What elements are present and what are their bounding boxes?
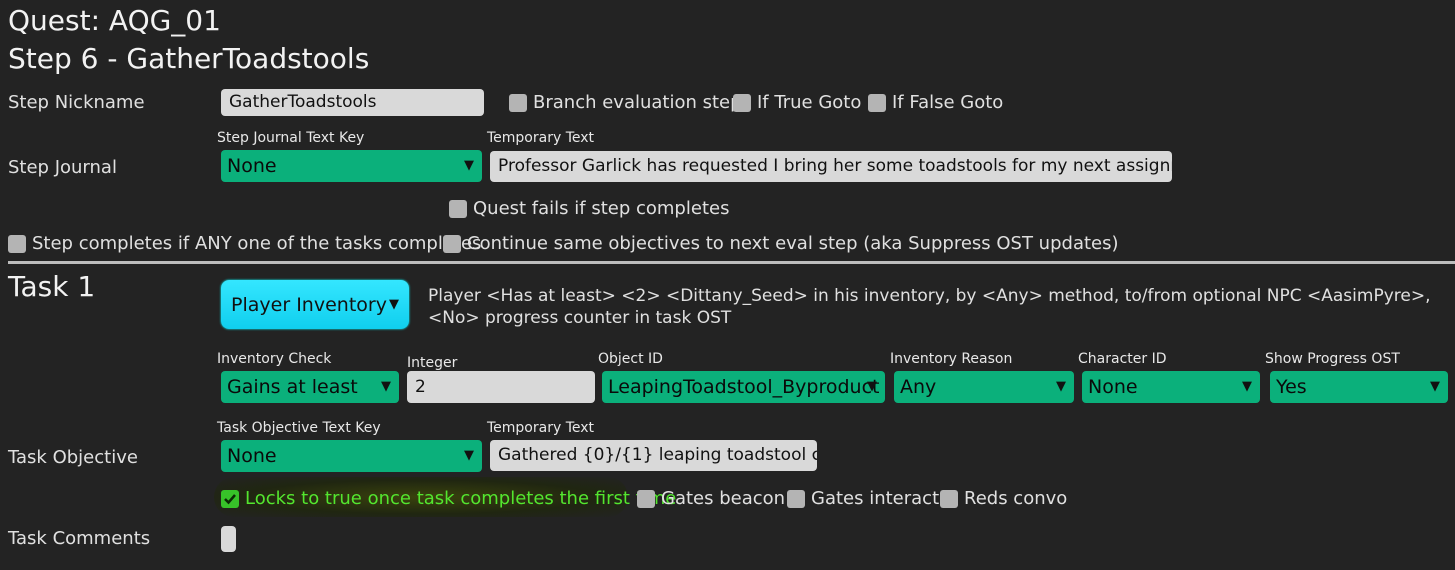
continue-objectives-label: Continue same objectives to next eval st… <box>467 233 1119 254</box>
if-false-goto-label: If False Goto <box>892 92 1004 113</box>
show-progress-dropdown[interactable]: Yes ▼ <box>1270 371 1448 403</box>
step-title: Step 6 - GatherToadstools <box>8 42 370 75</box>
task-objective-key-dropdown[interactable]: None ▼ <box>221 440 482 472</box>
gates-beacon-label: Gates beacon <box>661 488 786 509</box>
checkbox-box[interactable] <box>868 93 886 112</box>
checkbox-box[interactable] <box>509 93 527 112</box>
inventory-check-label: Inventory Check <box>217 351 332 367</box>
chevron-down-icon: ▼ <box>388 297 399 312</box>
task-objective-key-label: Task Objective Text Key <box>217 420 381 436</box>
checkbox-box[interactable] <box>449 199 467 218</box>
task-comments-label: Task Comments <box>8 528 151 549</box>
quest-fails-checkbox[interactable]: Quest fails if step completes <box>449 198 729 219</box>
checkbox-box[interactable] <box>443 234 461 253</box>
dropdown-value: Yes <box>1276 376 1307 398</box>
step-nickname-label: Step Nickname <box>8 92 145 113</box>
task-description: Player <Has at least> <2> <Dittany_Seed>… <box>428 286 1431 328</box>
gates-interact-label: Gates interact <box>811 488 940 509</box>
dropdown-value: None <box>227 445 277 467</box>
step-journal-key-dropdown[interactable]: None ▼ <box>221 150 482 182</box>
show-progress-label: Show Progress OST <box>1265 351 1400 367</box>
locks-to-true-checkbox[interactable]: Locks to true once task completes the fi… <box>221 488 676 509</box>
step-journal-label: Step Journal <box>8 157 117 178</box>
chevron-down-icon: ▼ <box>1242 379 1252 394</box>
task-objective-temp-input[interactable]: Gathered {0}/{1} leaping toadstool caps <box>490 440 817 471</box>
checkbox-box[interactable] <box>637 489 655 508</box>
character-id-dropdown[interactable]: None ▼ <box>1082 371 1260 403</box>
task-title: Task 1 <box>8 270 96 303</box>
if-true-goto-checkbox[interactable]: If True Goto <box>733 92 861 113</box>
dropdown-value: Gains at least <box>227 376 358 398</box>
character-id-label: Character ID <box>1078 351 1167 367</box>
inventory-reason-dropdown[interactable]: Any ▼ <box>894 371 1074 403</box>
chevron-down-icon: ▼ <box>1056 379 1066 394</box>
chevron-down-icon: ▼ <box>464 158 474 173</box>
task-type-button[interactable]: Player Inventory ▼ <box>221 280 409 329</box>
integer-label: Integer <box>407 355 458 371</box>
chevron-down-icon: ▼ <box>867 379 877 394</box>
gates-beacon-checkbox[interactable]: Gates beacon <box>637 488 785 509</box>
task-type-label: Player Inventory <box>231 293 387 316</box>
inventory-check-dropdown[interactable]: Gains at least ▼ <box>221 371 399 403</box>
reds-convo-checkbox[interactable]: Reds convo <box>940 488 1067 509</box>
section-divider <box>8 261 1455 264</box>
temporary-text-input[interactable]: Professor Garlick has requested I bring … <box>490 151 1172 182</box>
dropdown-value: None <box>1088 376 1138 398</box>
task-comments-input[interactable] <box>221 526 236 552</box>
quest-title: Quest: AQG_01 <box>8 4 221 37</box>
object-id-dropdown[interactable]: LeapingToadstool_Byproduct ▼ <box>602 371 885 403</box>
task-objective-label: Task Objective <box>8 447 138 468</box>
checkbox-box[interactable] <box>733 93 751 112</box>
dropdown-value: None <box>227 155 277 177</box>
step-nickname-input[interactable]: GatherToadstools <box>221 89 484 116</box>
if-false-goto-checkbox[interactable]: If False Goto <box>868 92 1003 113</box>
if-true-goto-label: If True Goto <box>757 92 862 113</box>
chevron-down-icon: ▼ <box>381 379 391 394</box>
locks-to-true-label: Locks to true once task completes the fi… <box>245 488 677 509</box>
checkbox-box[interactable] <box>787 489 805 508</box>
quest-fails-label: Quest fails if step completes <box>473 198 730 219</box>
integer-input[interactable]: 2 <box>407 371 595 403</box>
any-task-completes-label: Step completes if ANY one of the tasks c… <box>32 233 482 254</box>
branch-evaluation-label: Branch evaluation step <box>533 92 742 113</box>
inventory-reason-label: Inventory Reason <box>890 351 1013 367</box>
chevron-down-icon: ▼ <box>464 448 474 463</box>
checkbox-box[interactable] <box>8 234 26 253</box>
chevron-down-icon: ▼ <box>1430 379 1440 394</box>
any-task-completes-checkbox[interactable]: Step completes if ANY one of the tasks c… <box>8 233 481 254</box>
temporary-text-label: Temporary Text <box>487 130 595 146</box>
object-id-label: Object ID <box>598 351 663 367</box>
branch-evaluation-checkbox[interactable]: Branch evaluation step <box>509 92 742 113</box>
continue-objectives-checkbox[interactable]: Continue same objectives to next eval st… <box>443 233 1119 254</box>
gates-interact-checkbox[interactable]: Gates interact <box>787 488 939 509</box>
task-temporary-text-label: Temporary Text <box>487 420 595 436</box>
dropdown-value: Any <box>900 376 937 398</box>
reds-convo-label: Reds convo <box>964 488 1068 509</box>
step-journal-key-label: Step Journal Text Key <box>217 130 365 146</box>
dropdown-value: LeapingToadstool_Byproduct <box>608 376 880 398</box>
checkbox-box[interactable] <box>940 489 958 508</box>
checkmark-icon[interactable] <box>221 489 239 508</box>
